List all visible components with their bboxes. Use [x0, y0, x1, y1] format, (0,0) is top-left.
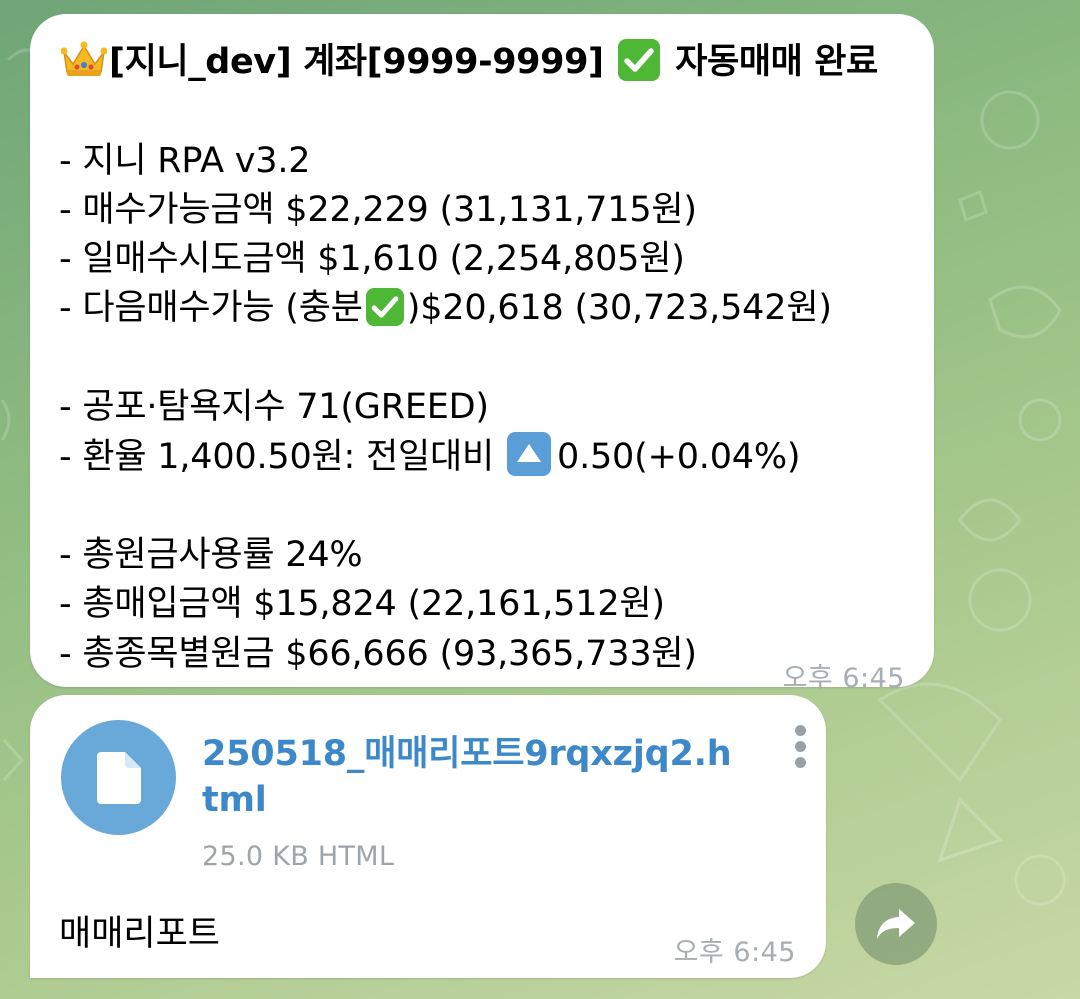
file-caption: 매매리포트: [59, 914, 221, 954]
message-title-prefix: [지니_dev] 계좌[9999-9999]: [109, 42, 604, 82]
check-mark-button-icon: [365, 288, 404, 327]
message-bubble-file[interactable]: 250518_매매리포트9rqxzjq2.html 25.0 KB HTML 매…: [30, 695, 826, 978]
message-line-next-buyable: - 다음매수가능 (충분 )$20,618 (30,723,542원): [59, 284, 914, 333]
document-icon: [97, 752, 141, 804]
message-line-principal-usage: - 총원금사용률 24%: [59, 534, 363, 575]
share-icon: [877, 909, 915, 939]
more-vertical-icon[interactable]: [793, 725, 807, 769]
message-line-total-purchase: - 총매입금액 $15,824 (22,161,512원): [59, 584, 665, 625]
message-line-version: - 지니 RPA v3.2: [59, 140, 311, 181]
message-title: [지니_dev] 계좌[9999-9999] 자동매매 완료: [59, 38, 914, 87]
next-buyable-prefix: - 다음매수가능 (충분: [59, 288, 363, 329]
up-arrow-button-icon: [507, 432, 551, 477]
share-button[interactable]: [855, 883, 937, 965]
message-line-exchange-rate: - 환율 1,400.50원: 전일대비 0.50(+0.04%): [59, 432, 914, 481]
next-buyable-suffix: )$20,618 (30,723,542원): [406, 288, 832, 329]
message-text: [지니_dev] 계좌[9999-9999] 자동매매 완료 - 지니 RPA …: [59, 38, 914, 679]
file-message-timestamp: 오후 6:45: [673, 937, 796, 968]
exchange-rate-prefix: - 환율 1,400.50원: 전일대비: [59, 437, 495, 478]
message-line-daily-buy-attempt: - 일매수시도금액 $1,610 (2,254,805원): [59, 239, 685, 280]
exchange-rate-suffix: 0.50(+0.04%): [557, 437, 801, 478]
message-line-fear-greed: - 공포·탐욕지수 71(GREED): [59, 387, 489, 428]
file-download-button[interactable]: [61, 720, 176, 835]
message-title-suffix: 자동매매 완료: [675, 42, 878, 82]
file-size-type: 25.0 KB HTML: [202, 841, 395, 872]
check-mark-button-icon: [618, 39, 661, 81]
message-timestamp: 오후 6:45: [782, 663, 905, 694]
file-name-link[interactable]: 250518_매매리포트9rqxzjq2.html: [202, 731, 742, 823]
crown-icon: [60, 40, 108, 92]
message-line-buyable-amount: - 매수가능금액 $22,229 (31,131,715원): [59, 189, 697, 230]
message-bubble-trade-summary: [지니_dev] 계좌[9999-9999] 자동매매 완료 - 지니 RPA …: [30, 14, 934, 694]
